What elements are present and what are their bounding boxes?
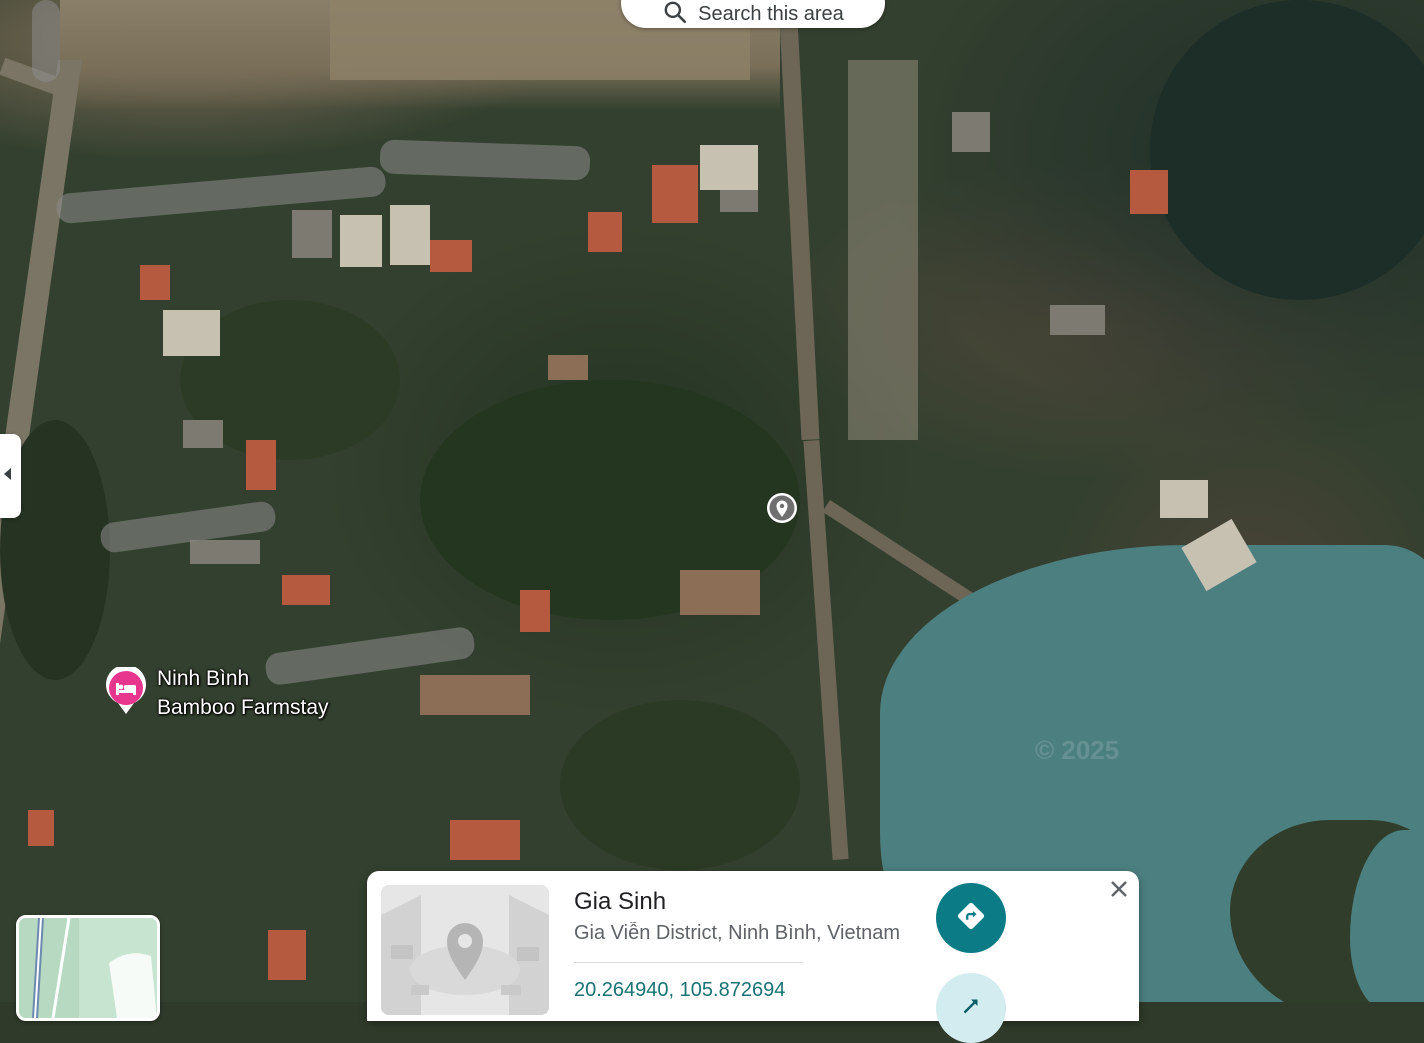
- search-this-area-label: Search this area: [698, 2, 844, 25]
- map-building: [268, 930, 306, 980]
- hotel-marker[interactable]: [104, 664, 148, 715]
- place-title: Gia Sinh: [574, 888, 667, 915]
- map-tree-cluster: [560, 700, 800, 870]
- place-coordinates[interactable]: 20.264940, 105.872694: [574, 979, 785, 1002]
- place-info-card: Gia Sinh Gia Viễn District, Ninh Bình, V…: [367, 871, 1139, 1043]
- map-building: [700, 145, 758, 190]
- map-building: [450, 820, 520, 860]
- map-building: [588, 212, 622, 252]
- map-building: [28, 810, 54, 846]
- search-icon: [662, 0, 688, 30]
- directions-button[interactable]: [936, 883, 1006, 953]
- hotel-name-line1: Ninh Bình: [157, 667, 250, 690]
- street-view-line: [379, 139, 591, 181]
- share-icon: [958, 993, 984, 1024]
- map-bank: [848, 60, 918, 440]
- map-building: [282, 575, 330, 605]
- map-tree-cluster: [1150, 0, 1424, 300]
- street-view-line: [55, 165, 387, 225]
- street-view-pegman-icon[interactable]: [86, 28, 97, 78]
- map-building: [246, 440, 276, 490]
- map-building: [680, 570, 760, 615]
- map-building: [652, 165, 698, 223]
- card-divider: [574, 962, 803, 963]
- satellite-map[interactable]: © 2025: [0, 0, 1424, 1002]
- street-view-line: [32, 0, 60, 82]
- place-thumbnail[interactable]: [381, 885, 549, 1015]
- map-building: [1160, 480, 1208, 518]
- map-building: [140, 265, 170, 300]
- map-road: [778, 0, 820, 441]
- map-building: [720, 190, 758, 212]
- map-building: [430, 240, 472, 272]
- collapse-side-panel-button[interactable]: [0, 434, 21, 518]
- map-building: [190, 540, 260, 564]
- map-building: [1050, 305, 1105, 335]
- close-icon: [1109, 879, 1129, 904]
- map-building: [420, 675, 530, 715]
- directions-icon: [956, 901, 986, 936]
- map-building: [520, 590, 550, 632]
- map-building: [163, 310, 220, 356]
- map-layer-preview: [19, 918, 157, 1018]
- chevron-left-icon: [2, 466, 14, 487]
- map-building: [292, 210, 332, 258]
- hotel-name-line2: Bamboo Farmstay: [157, 696, 329, 719]
- map-watermark: © 2025: [1035, 735, 1120, 765]
- map-building: [183, 420, 223, 448]
- map-building: [390, 205, 430, 265]
- map-building: [952, 112, 990, 152]
- place-address: Gia Viễn District, Ninh Bình, Vietnam: [574, 922, 901, 944]
- hotel-marker-label[interactable]: Ninh Bình Bamboo Farmstay: [157, 664, 329, 722]
- map-building: [548, 355, 588, 380]
- layers-toggle-button[interactable]: [16, 915, 160, 1021]
- search-this-area-button[interactable]: Search this area: [621, 0, 885, 28]
- map-road: [803, 439, 849, 861]
- share-button[interactable]: [936, 973, 1006, 1043]
- close-card-button[interactable]: [1107, 879, 1131, 903]
- location-pin-icon[interactable]: [766, 492, 798, 524]
- map-building: [1130, 170, 1168, 214]
- hotel-bed-icon: [106, 664, 146, 714]
- map-building: [340, 215, 382, 267]
